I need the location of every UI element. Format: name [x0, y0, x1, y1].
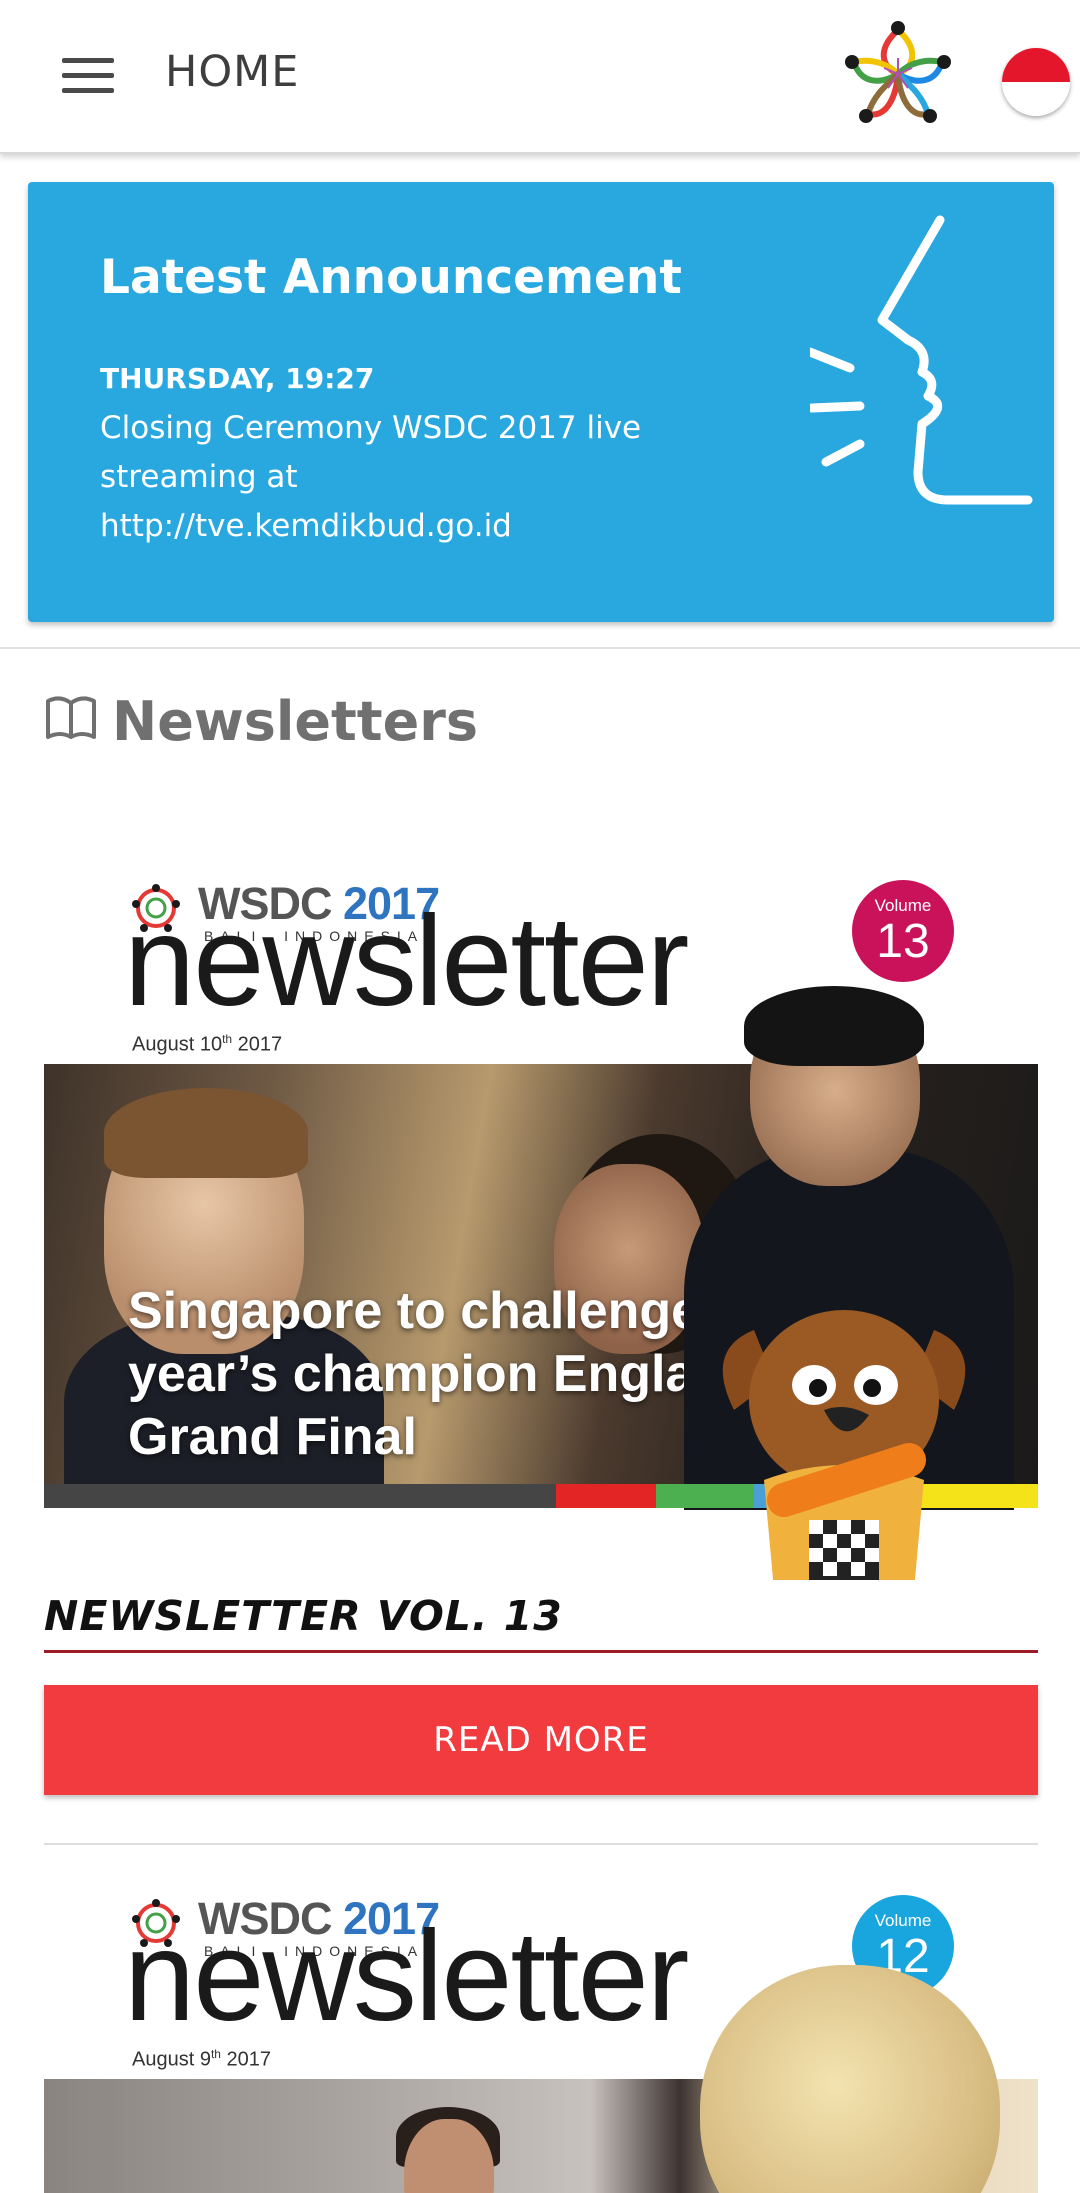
newsletters-heading: Newsletters	[112, 690, 479, 753]
announcement-time: THURSDAY, 19:27	[100, 362, 375, 395]
newsletter-cover-image[interactable]: WSDC 2017 BALI, INDONESIA newsletter Aug…	[44, 860, 1038, 1580]
card-divider	[44, 1843, 1038, 1845]
announcement-card[interactable]: Latest Announcement THURSDAY, 19:27 Clos…	[28, 182, 1054, 622]
cover-photo-figure	[700, 1965, 1000, 2193]
page-title: HOME	[165, 47, 300, 97]
color-stripe	[44, 1484, 556, 1508]
app-bar: HOME	[0, 0, 1080, 154]
newsletter-date: August 10th 2017	[132, 1032, 283, 1056]
newsletter-title: NEWSLETTER VOL. 13	[44, 1592, 563, 1640]
announcement-body: Closing Ceremony WSDC 2017 live streamin…	[100, 410, 642, 544]
section-divider	[0, 647, 1080, 649]
hamburger-menu-icon[interactable]	[62, 58, 114, 94]
newsletter-wordmark: newsletter	[124, 1905, 689, 2048]
speaking-face-icon	[810, 215, 1033, 505]
wsdc-flower-logo	[845, 21, 951, 123]
eagle-mascot-image	[722, 1310, 966, 1580]
title-underline	[44, 1650, 1038, 1653]
indonesia-flag-icon[interactable]	[1002, 48, 1070, 116]
volume-badge: Volume 13	[852, 880, 954, 982]
newsletter-date: August 9th 2017	[132, 2047, 272, 2071]
read-more-button[interactable]: READ MORE	[44, 1685, 1038, 1795]
newsletter-cover-image[interactable]: WSDC 2017 BALI, INDONESIA newsletter Aug…	[44, 1875, 1038, 2193]
announcement-title: Latest Announcement	[100, 250, 682, 305]
newsletter-wordmark: newsletter	[124, 890, 689, 1033]
open-book-icon	[46, 696, 96, 739]
